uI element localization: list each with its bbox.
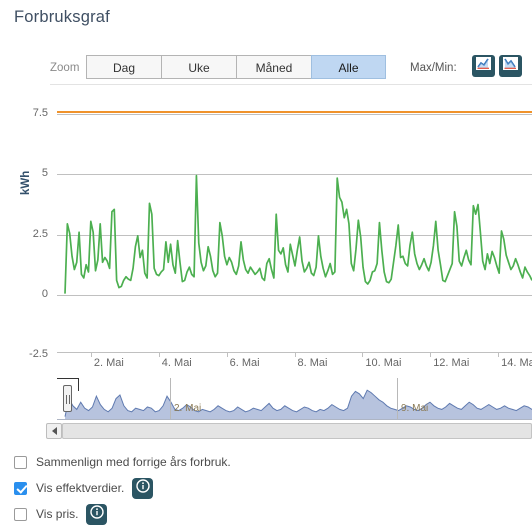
x-tick-mark — [90, 352, 92, 357]
navigator-selection-outline — [57, 378, 79, 379]
max-button[interactable] — [472, 55, 495, 77]
x-tick-label: 10. Mai — [365, 357, 402, 369]
page-title: Forbruksgraf — [14, 8, 110, 26]
toolbar-divider — [50, 84, 532, 85]
range-button-uke[interactable]: Uke — [161, 55, 236, 79]
x-tick-mark — [430, 352, 432, 357]
option-label: Sammenlign med forrige års forbruk. — [36, 455, 231, 469]
navigator-date-label: 2. Mai — [174, 403, 202, 414]
y-tick-label: 2.5 — [32, 227, 48, 240]
info-circle-icon — [90, 504, 104, 524]
info-button-2[interactable] — [132, 477, 154, 499]
chart-plot-area[interactable] — [57, 95, 532, 355]
x-tick-mark — [226, 352, 228, 357]
x-tick-label: 14. Mai — [501, 357, 532, 369]
x-tick-mark — [294, 352, 296, 357]
x-tick-mark — [362, 352, 364, 357]
range-button-dag[interactable]: Dag — [86, 55, 161, 79]
option-row: Vis effektverdier. — [14, 475, 532, 501]
y-tick-label: -2.5 — [29, 348, 48, 360]
range-button-måned[interactable]: Måned — [236, 55, 311, 79]
range-selector-toolbar: Zoom Dag Uke Måned Alle Max/Min: — [0, 55, 532, 85]
navigator-selection-outline — [78, 378, 79, 391]
option-label: Vis effektverdier. — [36, 481, 125, 495]
x-tick-label: 12. Mai — [433, 357, 470, 369]
chart-line-down-icon — [503, 57, 518, 75]
navigator-date-label: 9. Mai — [401, 403, 429, 414]
y-tick-label: 7.5 — [32, 107, 48, 120]
navigator-gridline — [170, 378, 171, 420]
y-tick-label: 0 — [41, 287, 48, 300]
x-tick-mark — [158, 352, 160, 357]
navigator-left-handle[interactable] — [63, 385, 72, 412]
option-checkbox-2[interactable] — [14, 481, 27, 495]
chart-navigator[interactable]: 2. Mai 9. Mai — [57, 378, 532, 420]
maxmin-label: Max/Min: — [410, 62, 457, 74]
scrollbar-thumb[interactable] — [62, 423, 532, 439]
x-tick-label: 8. Mai — [297, 357, 328, 369]
x-tick-mark — [498, 352, 500, 357]
option-row: Sammenlign med forrige års forbruk. — [14, 449, 532, 475]
chart-line-up-icon — [476, 57, 491, 75]
chart-scrollbar[interactable] — [46, 423, 532, 439]
scrollbar-left-arrow-button[interactable] — [46, 423, 62, 439]
chart-options: Sammenlign med forrige års forbruk. Vis e… — [14, 449, 532, 527]
range-button-alle[interactable]: Alle — [311, 55, 386, 79]
consumption-chart: kWh -2.5 0 2.5 5 7.5 2. Mai 4. Mai 6. Mai 8. Ma… — [0, 95, 532, 369]
consumption-series-line — [64, 174, 532, 294]
caret-left-icon — [51, 427, 57, 435]
zoom-label: Zoom — [50, 62, 80, 74]
info-button-3[interactable] — [86, 503, 108, 525]
y-axis-title: kWh — [20, 170, 32, 195]
range-button-group: Dag Uke Måned Alle — [86, 55, 386, 79]
navigator-baseline — [57, 419, 532, 420]
option-checkbox-3[interactable] — [14, 507, 27, 521]
navigator-series-area — [64, 389, 532, 420]
consumption-graph-page: Forbruksgraf Zoom Dag Uke Måned Alle Max/Mi… — [0, 0, 532, 532]
option-checkbox-1[interactable] — [14, 455, 27, 469]
x-tick-label: 2. Mai — [93, 357, 124, 369]
min-button[interactable] — [499, 55, 522, 77]
x-tick-label: 4. Mai — [161, 357, 192, 369]
option-label: Vis pris. — [36, 507, 79, 521]
navigator-gridline — [397, 378, 398, 420]
info-circle-icon — [136, 478, 150, 498]
x-tick-label: 6. Mai — [229, 357, 260, 369]
option-row: Vis pris. — [14, 501, 532, 527]
y-tick-label: 5 — [41, 167, 48, 180]
